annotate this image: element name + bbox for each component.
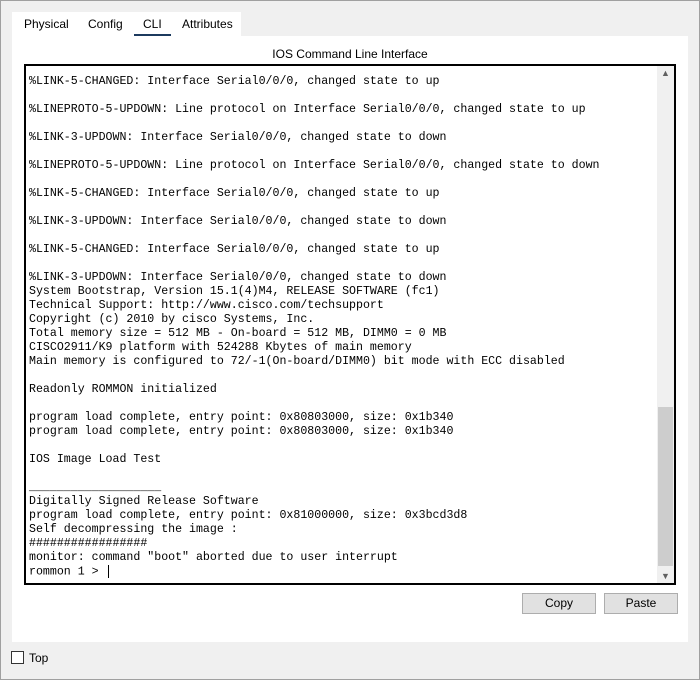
terminal-line: Digitally Signed Release Software xyxy=(29,495,259,509)
terminal-line: %LINEPROTO-5-UPDOWN: Line protocol on In… xyxy=(29,103,586,117)
terminal-line: IOS Image Load Test xyxy=(29,453,162,467)
tab-config[interactable]: Config xyxy=(88,17,123,31)
panel-title: IOS Command Line Interface xyxy=(272,47,428,61)
scrollbar-thumb[interactable] xyxy=(658,407,673,566)
scroll-up-icon[interactable]: ▲ xyxy=(657,68,674,78)
tab-physical[interactable]: Physical xyxy=(24,17,69,31)
terminal-line: program load complete, entry point: 0x80… xyxy=(29,425,454,439)
terminal-line: Copyright (c) 2010 by cisco Systems, Inc… xyxy=(29,313,315,327)
terminal-output[interactable]: %LINEPROTO-5-UPDOWN: Line protocol on In… xyxy=(24,64,676,585)
terminal-line: %LINK-3-UPDOWN: Interface Serial0/0/0, c… xyxy=(29,215,447,229)
terminal-line: program load complete, entry point: 0x81… xyxy=(29,509,468,523)
terminal-line: Readonly ROMMON initialized xyxy=(29,383,217,397)
terminal-line: Technical Support: http://www.cisco.com/… xyxy=(29,299,384,313)
terminal-line: Self decompressing the image : xyxy=(29,523,238,537)
tab-bar: Physical Config CLI Attributes xyxy=(12,12,241,38)
terminal-line: %LINK-5-CHANGED: Interface Serial0/0/0, … xyxy=(29,243,440,257)
top-checkbox-label: Top xyxy=(29,651,49,665)
terminal-line: CISCO2911/K9 platform with 524288 Kbytes… xyxy=(29,341,412,355)
terminal-line: %LINK-5-CHANGED: Interface Serial0/0/0, … xyxy=(29,75,440,89)
top-checkbox[interactable] xyxy=(11,651,24,664)
prompt-line[interactable]: rommon 1 > xyxy=(29,565,634,580)
paste-button[interactable]: Paste xyxy=(604,593,678,614)
terminal-line: ___________________ xyxy=(29,481,162,495)
text-cursor xyxy=(107,565,109,579)
terminal-line: program load complete, entry point: 0x80… xyxy=(29,411,454,425)
tab-attributes[interactable]: Attributes xyxy=(182,17,233,31)
tab-cli[interactable]: CLI xyxy=(134,17,171,38)
prompt: rommon 1 > xyxy=(29,566,106,579)
terminal-line: %LINK-3-UPDOWN: Interface Serial0/0/0, c… xyxy=(29,131,447,145)
vertical-scrollbar[interactable]: ▲ ▼ xyxy=(657,66,674,583)
terminal-lines: %LINEPROTO-5-UPDOWN: Line protocol on In… xyxy=(29,66,634,580)
scroll-down-icon[interactable]: ▼ xyxy=(657,571,674,581)
terminal-line: Total memory size = 512 MB - On-board = … xyxy=(29,327,447,341)
terminal-line: %LINK-5-CHANGED: Interface Serial0/0/0, … xyxy=(29,187,440,201)
terminal-line: %LINK-3-UPDOWN: Interface Serial0/0/0, c… xyxy=(29,271,447,285)
terminal-line: monitor: command "boot" aborted due to u… xyxy=(29,551,398,565)
terminal-line: Main memory is configured to 72/-1(On-bo… xyxy=(29,355,565,369)
terminal-line: %LINEPROTO-5-UPDOWN: Line protocol on In… xyxy=(29,159,600,173)
cli-panel: IOS Command Line Interface %LINEPROTO-5-… xyxy=(12,36,688,642)
terminal-line: System Bootstrap, Version 15.1(4)M4, REL… xyxy=(29,285,440,299)
copy-button[interactable]: Copy xyxy=(522,593,596,614)
terminal-line: ################# xyxy=(29,537,148,551)
